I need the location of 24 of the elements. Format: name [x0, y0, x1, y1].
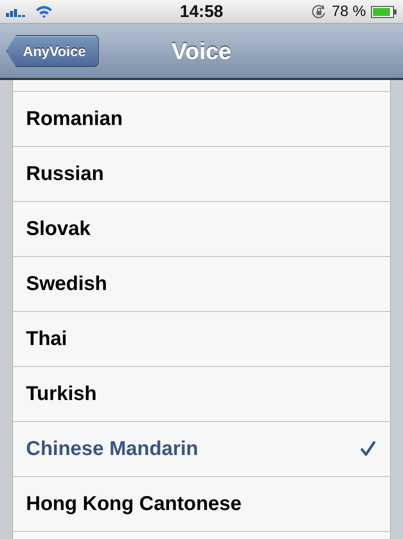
battery-icon: [371, 6, 397, 18]
voice-label: Turkish: [26, 382, 97, 406]
voice-label: Romanian: [26, 108, 123, 130]
wifi-icon: [35, 5, 53, 18]
nav-title: Voice: [172, 38, 232, 64]
voice-label: Chinese Mandarin: [26, 438, 198, 460]
voice-label: Thai: [26, 328, 68, 350]
voice-row[interactable]: Romanian: [13, 92, 390, 147]
voice-label: Swedish: [26, 272, 108, 296]
checkmark-icon: [360, 441, 376, 457]
voice-row[interactable]: Turkish: [13, 367, 390, 422]
back-button[interactable]: AnyVoice: [6, 35, 99, 67]
voice-row[interactable]: Chinese Mandarin: [13, 422, 390, 477]
voice-row[interactable]: Hong Kong Cantonese: [13, 477, 390, 532]
voice-row[interactable]: Russian: [13, 147, 390, 202]
battery-percentage: 78 %: [332, 3, 366, 20]
status-time: 14:58: [180, 2, 224, 22]
voice-label: Slovak: [26, 218, 90, 240]
voice-label: Russian: [26, 162, 104, 186]
voice-row[interactable]: Swedish: [13, 257, 390, 312]
voice-row[interactable]: Thai: [13, 312, 390, 367]
rotation-lock-icon: [310, 4, 327, 20]
voice-row[interactable]: Slovak: [13, 202, 390, 257]
voice-label: Hong Kong Cantonese: [26, 492, 242, 516]
